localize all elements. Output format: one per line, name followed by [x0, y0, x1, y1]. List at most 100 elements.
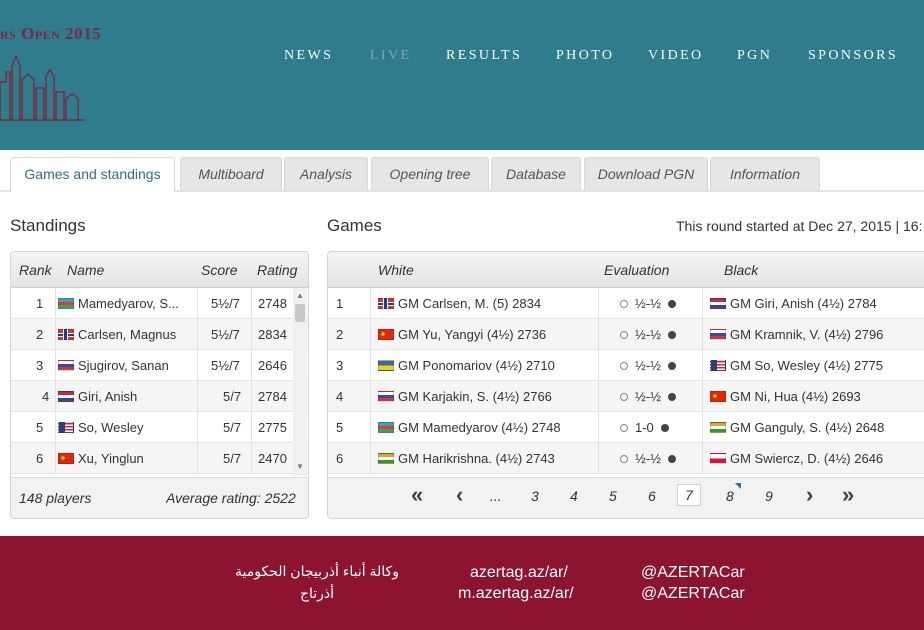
- site-footer: وكالة أنباء أذربيجان الحكومية أذرتاج aze…: [0, 536, 924, 630]
- standings-title: Standings: [10, 216, 86, 235]
- tab-games-and-standings[interactable]: Games and standings: [10, 157, 175, 192]
- black-piece-icon: [660, 424, 669, 432]
- flag-ru-icon: [58, 360, 74, 371]
- nav-results[interactable]: RESULTS: [446, 48, 522, 64]
- black-piece-icon: [668, 362, 677, 370]
- nav-video[interactable]: VIDEO: [648, 48, 704, 64]
- col-white: White: [378, 262, 414, 278]
- col-score[interactable]: Score: [201, 262, 238, 278]
- nav-news[interactable]: NEWS: [284, 48, 333, 64]
- flag-az-icon: [58, 298, 74, 309]
- live-marker-icon: [735, 483, 741, 489]
- col-evaluation: Evaluation: [604, 262, 670, 278]
- first-page-icon[interactable]: «: [411, 482, 423, 508]
- tab-database[interactable]: Database: [491, 157, 581, 190]
- mobile-website-link[interactable]: m.azertag.az/ar/: [458, 585, 574, 603]
- scroll-up-icon[interactable]: ▲: [296, 291, 304, 300]
- col-rating[interactable]: Rating: [257, 262, 297, 278]
- nav-sponsors[interactable]: SPONSORS: [808, 48, 898, 64]
- game-row[interactable]: 6 GM Harikrishna. (4½) 2743 ½-½ GM Swier…: [328, 443, 924, 474]
- prev-page-icon[interactable]: ‹: [456, 482, 463, 508]
- tab-analysis[interactable]: Analysis: [284, 157, 368, 190]
- flag-no-icon: [378, 298, 394, 309]
- standings-row[interactable]: 3 Sjugirov, Sanan 5½/7 2646: [11, 350, 308, 381]
- flag-no-icon: [58, 329, 74, 340]
- col-black: Black: [724, 262, 759, 278]
- tab-information[interactable]: Information: [710, 157, 820, 190]
- flag-ua-icon: [378, 360, 394, 371]
- flag-az-icon: [378, 422, 394, 433]
- scroll-down-icon[interactable]: ▼: [296, 462, 304, 471]
- games-pager: « ‹ ... 3 4 5 6 7 8 9 › »: [328, 477, 924, 518]
- player-count: 148 players: [19, 490, 92, 506]
- page-3[interactable]: 3: [531, 488, 539, 504]
- black-piece-icon: [668, 300, 677, 308]
- flag-nl-icon: [710, 298, 726, 309]
- flag-ru-icon: [710, 329, 726, 340]
- average-rating: Average rating: 2522: [166, 490, 296, 506]
- games-header: White Evaluation Black: [328, 252, 924, 288]
- white-to-move-icon: [620, 362, 628, 370]
- page-5[interactable]: 5: [609, 488, 617, 504]
- black-piece-icon: [668, 393, 677, 401]
- flag-nl-icon: [58, 391, 74, 402]
- event-logo-text[interactable]: rs Open 2015: [0, 24, 101, 44]
- site-header: rs Open 2015 NEWS LIVE RESULTS PHOTO VID…: [0, 0, 924, 150]
- flag-ru-icon: [378, 391, 394, 402]
- flag-in-icon: [378, 453, 394, 464]
- standings-row[interactable]: 5 So, Wesley 5/7 2775: [11, 412, 308, 443]
- white-to-move-icon: [620, 331, 628, 339]
- page-7-current[interactable]: 7: [677, 484, 701, 506]
- white-to-move-icon: [620, 393, 628, 401]
- game-row[interactable]: 3 GM Ponomariov (4½) 2710 ½-½ GM So, Wes…: [328, 350, 924, 381]
- flag-us-icon: [710, 360, 726, 371]
- flag-in-icon: [710, 422, 726, 433]
- game-row[interactable]: 2 GM Yu, Yangyi (4½) 2736 ½-½ GM Kramnik…: [328, 319, 924, 350]
- standings-row[interactable]: 4 Giri, Anish 5/7 2784: [11, 381, 308, 412]
- agency-short-name-arabic: أذرتاج: [299, 585, 335, 601]
- twitter-handle-link[interactable]: @AZERTACar: [641, 564, 745, 582]
- standings-scrollbar[interactable]: ▲ ▼: [293, 288, 307, 476]
- tab-download-pgn[interactable]: Download PGN: [584, 157, 708, 190]
- round-start-info: This round started at Dec 27, 2015 | 16:: [676, 218, 923, 234]
- white-to-move-icon: [620, 455, 628, 463]
- nav-pgn[interactable]: PGN: [737, 48, 772, 64]
- game-row[interactable]: 5 GM Mamedyarov (4½) 2748 1-0 GM Ganguly…: [328, 412, 924, 443]
- white-to-move-icon: [620, 300, 628, 308]
- page-6[interactable]: 6: [648, 488, 656, 504]
- standings-row[interactable]: 1 Mamedyarov, S... 5½/7 2748: [11, 288, 308, 319]
- pager-ellipsis: ...: [490, 488, 502, 504]
- last-page-icon[interactable]: »: [842, 482, 854, 508]
- nav-live[interactable]: LIVE: [370, 48, 411, 64]
- next-page-icon[interactable]: ›: [806, 482, 813, 508]
- twitter-handle-link-2[interactable]: @AZERTACar: [641, 585, 745, 603]
- tab-opening-tree[interactable]: Opening tree: [371, 157, 489, 190]
- city-skyline-logo-icon[interactable]: [0, 52, 90, 122]
- page-8[interactable]: 8: [726, 488, 734, 504]
- standings-table: Rank Name Score Rating 1 Mamedyarov, S..…: [10, 251, 309, 519]
- col-name[interactable]: Name: [67, 262, 104, 278]
- col-rank[interactable]: Rank: [19, 262, 52, 278]
- game-row[interactable]: 1 GM Carlsen, M. (5) 2834 ½-½ GM Giri, A…: [328, 288, 924, 319]
- agency-name-arabic: وكالة أنباء أذربيجان الحكومية: [235, 563, 399, 579]
- standings-row[interactable]: 6 Xu, Yinglun 5/7 2470: [11, 443, 308, 474]
- nav-photo[interactable]: PHOTO: [556, 48, 614, 64]
- view-tabs: Games and standings Multiboard Analysis …: [10, 157, 924, 192]
- scroll-thumb[interactable]: [295, 304, 305, 322]
- game-row[interactable]: 4 GM Karjakin, S. (4½) 2766 ½-½ GM Ni, H…: [328, 381, 924, 412]
- page-4[interactable]: 4: [570, 488, 578, 504]
- flag-cn-icon: [710, 391, 726, 402]
- flag-cn-icon: [58, 453, 74, 464]
- tab-multiboard[interactable]: Multiboard: [180, 157, 282, 190]
- flag-cn-icon: [378, 329, 394, 340]
- flag-us-icon: [58, 422, 74, 433]
- standings-header: Rank Name Score Rating: [11, 252, 308, 288]
- games-title: Games: [327, 216, 382, 235]
- website-link[interactable]: azertag.az/ar/: [470, 564, 568, 582]
- white-to-move-icon: [620, 424, 628, 432]
- black-piece-icon: [668, 331, 677, 339]
- standings-row[interactable]: 2 Carlsen, Magnus 5½/7 2834: [11, 319, 308, 350]
- flag-pl-icon: [710, 453, 726, 464]
- games-table: White Evaluation Black 1 GM Carlsen, M. …: [327, 251, 924, 519]
- page-9[interactable]: 9: [765, 488, 773, 504]
